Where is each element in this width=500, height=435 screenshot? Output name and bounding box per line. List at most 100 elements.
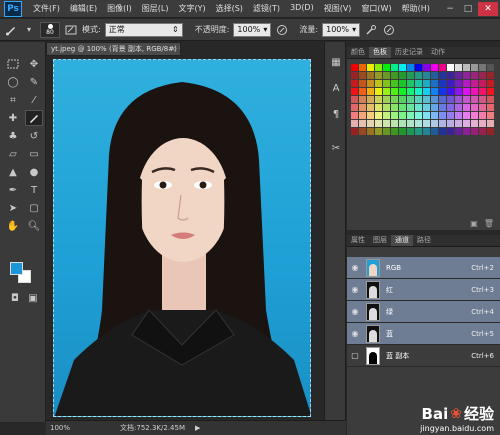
eraser-tool-icon[interactable]: ▱ [4, 146, 22, 162]
color-swatch[interactable] [367, 104, 374, 111]
quick-select-tool-icon[interactable]: ✎ [25, 74, 43, 90]
color-swatch[interactable] [455, 128, 462, 135]
color-swatch[interactable] [447, 80, 454, 87]
color-swatch[interactable] [415, 64, 422, 71]
color-swatch[interactable] [471, 104, 478, 111]
color-swatch[interactable] [463, 80, 470, 87]
color-swatch[interactable] [351, 80, 358, 87]
color-swatch[interactable] [431, 104, 438, 111]
tools-icon[interactable]: ✂ [325, 138, 347, 158]
new-swatch-icon[interactable]: ▣ [470, 219, 478, 228]
color-swatch[interactable] [487, 104, 494, 111]
color-swatch[interactable] [431, 88, 438, 95]
color-swatch[interactable] [431, 64, 438, 71]
color-swatch[interactable] [351, 88, 358, 95]
color-swatch[interactable] [415, 120, 422, 127]
color-swatch[interactable] [487, 128, 494, 135]
color-swatch[interactable] [367, 64, 374, 71]
color-swatch[interactable] [367, 112, 374, 119]
color-swatch[interactable] [383, 64, 390, 71]
color-swatch[interactable] [407, 80, 414, 87]
eye-icon[interactable]: ◉ [350, 285, 360, 295]
color-swatch[interactable] [447, 128, 454, 135]
color-swatch[interactable] [359, 96, 366, 103]
color-swatch[interactable] [391, 72, 398, 79]
color-swatch[interactable] [439, 112, 446, 119]
color-swatch[interactable] [399, 104, 406, 111]
color-swatch[interactable] [375, 72, 382, 79]
color-swatch[interactable] [487, 112, 494, 119]
color-swatch[interactable] [455, 104, 462, 111]
character-icon[interactable]: A [325, 78, 347, 98]
screen-mode-icon[interactable]: ▣ [24, 290, 42, 306]
color-swatch[interactable] [455, 64, 462, 71]
menu-item[interactable]: 滤镜(T) [248, 3, 285, 14]
color-swatch[interactable] [383, 112, 390, 119]
color-swatch[interactable] [471, 72, 478, 79]
color-swatch[interactable] [359, 104, 366, 111]
color-swatch[interactable] [359, 72, 366, 79]
color-swatch[interactable] [431, 80, 438, 87]
color-swatch[interactable] [375, 96, 382, 103]
menu-item[interactable]: 选择(S) [211, 3, 248, 14]
color-swatch[interactable] [415, 72, 422, 79]
dropdown-arrow-icon[interactable]: ▾ [22, 23, 36, 37]
color-swatch[interactable] [463, 120, 470, 127]
color-swatch[interactable] [439, 88, 446, 95]
color-swatch[interactable] [487, 88, 494, 95]
color-swatch[interactable] [415, 104, 422, 111]
color-swatch[interactable] [415, 80, 422, 87]
color-swatch[interactable] [391, 80, 398, 87]
color-swatch[interactable] [375, 64, 382, 71]
color-swatch[interactable] [431, 120, 438, 127]
color-swatch[interactable] [479, 120, 486, 127]
close-document-icon[interactable]: × [170, 43, 176, 55]
color-swatch[interactable] [439, 104, 446, 111]
color-swatch[interactable] [415, 88, 422, 95]
panel-tab[interactable]: 通道 [391, 235, 413, 246]
color-swatch[interactable] [391, 120, 398, 127]
canvas-area[interactable] [47, 57, 319, 420]
color-swatch[interactable] [471, 80, 478, 87]
color-swatch[interactable] [367, 128, 374, 135]
color-swatch[interactable] [471, 112, 478, 119]
color-swatch[interactable] [399, 80, 406, 87]
channel-row[interactable]: ◉ 绿 Ctrl+4 [347, 301, 500, 323]
menu-item[interactable]: 窗口(W) [356, 3, 396, 14]
panel-tab[interactable]: 颜色 [347, 47, 369, 58]
eye-icon[interactable]: ◉ [350, 263, 360, 273]
menu-item[interactable]: 帮助(H) [397, 3, 435, 14]
color-swatch[interactable] [487, 80, 494, 87]
color-swatch[interactable] [407, 96, 414, 103]
color-swatch[interactable] [407, 128, 414, 135]
panel-tab[interactable]: 图层 [369, 235, 391, 246]
channel-row[interactable]: ◉ RGB Ctrl+2 [347, 257, 500, 279]
color-swatch[interactable] [375, 112, 382, 119]
color-swatch[interactable] [487, 96, 494, 103]
lasso-tool-icon[interactable]: ◯ [4, 74, 22, 90]
color-swatch[interactable] [375, 80, 382, 87]
hidden-eye-icon[interactable]: ▢ [350, 351, 360, 361]
color-swatch[interactable] [399, 120, 406, 127]
color-swatch[interactable] [463, 72, 470, 79]
color-swatch[interactable] [479, 88, 486, 95]
color-swatch[interactable] [391, 64, 398, 71]
color-swatch[interactable] [399, 88, 406, 95]
color-swatch[interactable] [423, 104, 430, 111]
panel-tab[interactable]: 属性 [347, 235, 369, 246]
color-swatch[interactable] [447, 112, 454, 119]
color-swatch[interactable] [423, 112, 430, 119]
color-swatch[interactable] [487, 64, 494, 71]
maximize-button[interactable]: □ [460, 2, 476, 16]
color-swatch[interactable] [471, 64, 478, 71]
color-swatch[interactable] [415, 128, 422, 135]
color-swatch[interactable] [367, 96, 374, 103]
panel-tab[interactable]: 动作 [427, 47, 449, 58]
color-swatch[interactable] [367, 72, 374, 79]
color-swatch[interactable] [463, 64, 470, 71]
color-swatch[interactable] [439, 96, 446, 103]
color-swatch[interactable] [367, 80, 374, 87]
color-swatch[interactable] [423, 88, 430, 95]
eyedropper-tool-icon[interactable]: ⁄ [25, 92, 43, 108]
color-swatch[interactable] [479, 64, 486, 71]
